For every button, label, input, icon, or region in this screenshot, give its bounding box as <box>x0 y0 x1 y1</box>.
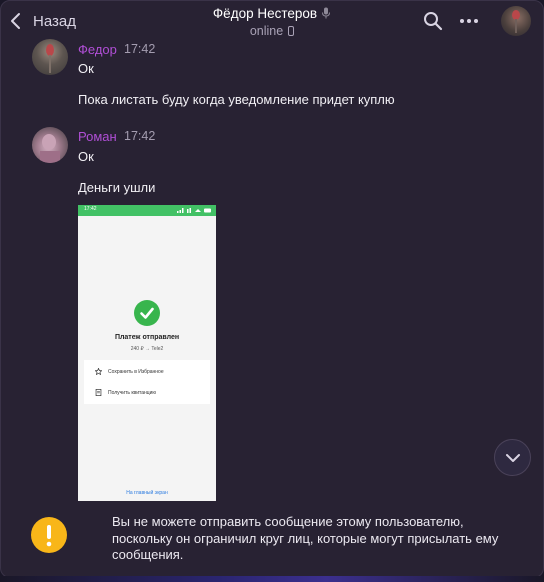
avatar-image <box>512 10 520 33</box>
chat-header: Назад Фёдор Нестеров online <box>1 1 543 43</box>
more-icon[interactable] <box>458 10 480 32</box>
header-avatar[interactable] <box>501 6 531 36</box>
action-label: Получить квитанцию <box>108 390 157 396</box>
avatar-image <box>40 134 60 163</box>
photo-attachment[interactable]: 17:42 Платеж отправлен 240 ₽ → Tele2 Сох… <box>78 205 216 501</box>
exclamation-icon <box>31 517 67 553</box>
action-label: Сохранить в Избранное <box>108 369 164 375</box>
scroll-down-button[interactable] <box>494 439 531 476</box>
star-icon <box>94 367 103 376</box>
avatar-image <box>46 44 54 73</box>
avatar[interactable] <box>32 127 68 163</box>
action-get-receipt: Получить квитанцию <box>84 383 210 403</box>
payment-actions-card: Сохранить в Избранное Получить квитанцию <box>84 360 210 404</box>
status-text: online <box>249 24 284 38</box>
phone-icon <box>288 26 295 36</box>
payment-subtitle: 240 ₽ → Tele2 <box>130 346 164 352</box>
payment-title: Платеж отправлен <box>114 334 180 341</box>
message-time: 17:42 <box>124 42 156 56</box>
bottom-glow <box>0 576 544 582</box>
chat-window: Назад Фёдор Нестеров online Федор 17:42 … <box>0 0 544 578</box>
message-text: Пока листать буду когда уведомление прид… <box>78 92 395 107</box>
sender-name[interactable]: Роман <box>78 129 117 144</box>
home-link: На главный экран <box>126 490 168 496</box>
photo-status-bar: 17:42 <box>78 205 216 216</box>
action-save-favorites: Сохранить в Избранное <box>84 362 210 382</box>
receipt-icon <box>95 389 102 396</box>
signal-icons <box>177 208 211 213</box>
chat-title-text: Фёдор Нестеров <box>212 6 318 21</box>
message-text: Деньги ушли <box>78 180 156 195</box>
check-icon <box>134 300 160 326</box>
message-text: Ок <box>78 149 94 164</box>
microphone-icon <box>322 7 331 19</box>
search-icon[interactable] <box>422 10 444 32</box>
message-time: 17:42 <box>124 129 156 143</box>
photo-status-time: 17:42 <box>84 206 97 212</box>
chevron-down-icon <box>506 454 520 462</box>
sender-name[interactable]: Федор <box>78 42 117 57</box>
message-text: Ок <box>78 61 94 76</box>
avatar[interactable] <box>32 39 68 75</box>
restriction-notice: Вы не можете отправить сообщение этому п… <box>112 514 499 562</box>
